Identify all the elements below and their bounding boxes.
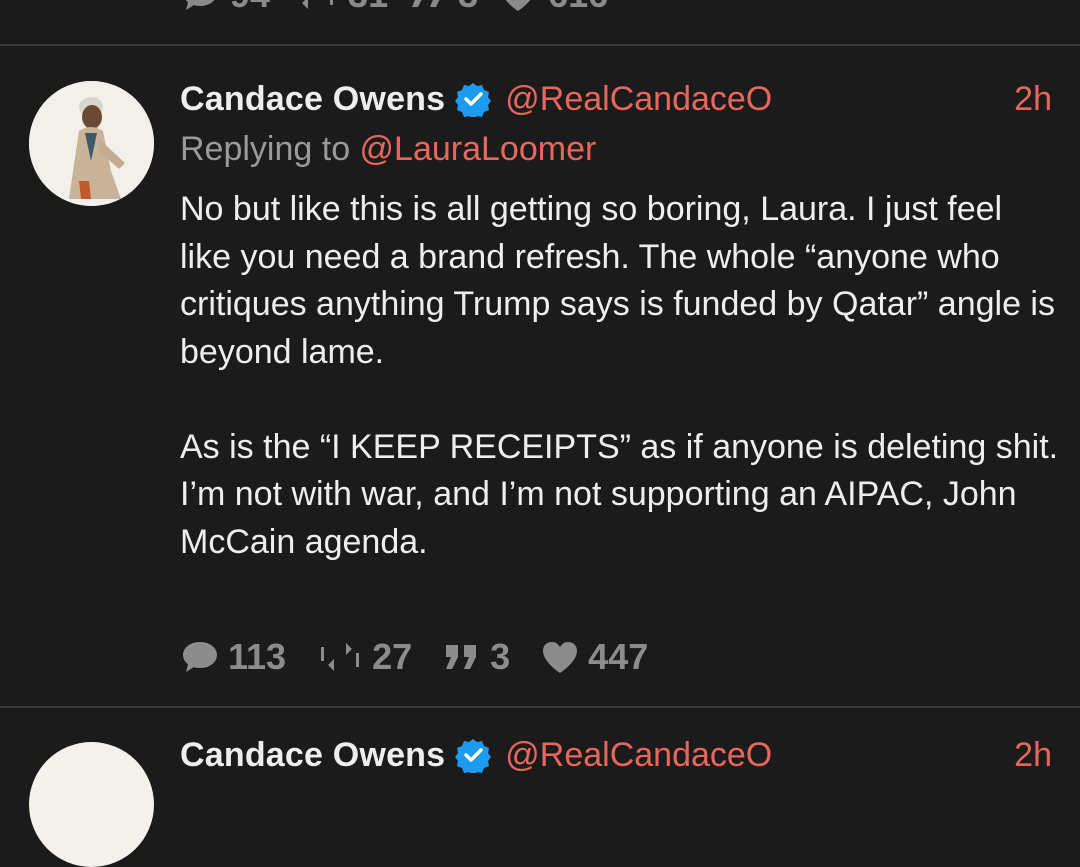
- quote-button[interactable]: 3: [442, 636, 510, 678]
- previous-tweet-actions: 94 31 3 616: [180, 0, 608, 16]
- tweet-timestamp[interactable]: 2h: [1014, 76, 1052, 122]
- prev-retweet-action[interactable]: 31: [290, 0, 388, 16]
- prev-quote-count: 3: [458, 0, 478, 16]
- reply-count: 113: [228, 636, 287, 677]
- reply-button[interactable]: 113: [180, 636, 286, 678]
- retweet-icon: [302, 0, 334, 9]
- retweet-count: 27: [372, 636, 413, 677]
- reply-icon: [185, 0, 215, 10]
- next-author-name[interactable]: Candace Owens: [180, 736, 445, 775]
- quote-icon: [412, 0, 440, 7]
- avatar-image: [29, 81, 154, 206]
- retweet-button[interactable]: 27: [316, 636, 412, 678]
- next-author-handle[interactable]: @RealCandaceO: [505, 736, 772, 775]
- prev-reply-count: 94: [230, 0, 270, 16]
- replying-prefix: Replying to: [180, 130, 360, 168]
- retweet-icon: [321, 643, 360, 671]
- quote-icon: [446, 645, 477, 669]
- quote-count: 3: [490, 636, 511, 677]
- prev-quote-action[interactable]: 3: [408, 0, 478, 16]
- author-name[interactable]: Candace Owens: [180, 80, 445, 119]
- author-handle[interactable]: @RealCandaceO: [505, 80, 772, 119]
- next-tweet-timestamp[interactable]: 2h: [1014, 732, 1052, 778]
- heart-icon: [543, 642, 578, 673]
- tweet-header: Candace Owens @RealCandaceO: [180, 76, 772, 122]
- like-count: 447: [588, 636, 649, 677]
- divider: [0, 44, 1080, 46]
- like-button[interactable]: 447: [540, 636, 648, 678]
- prev-like-action[interactable]: 616: [498, 0, 608, 16]
- avatar[interactable]: [29, 81, 154, 206]
- prev-like-count: 616: [548, 0, 608, 16]
- next-avatar[interactable]: [29, 742, 154, 867]
- tweet-actions: 113 27 3 447: [180, 634, 678, 680]
- verified-badge-icon: [455, 83, 492, 117]
- replying-to: Replying to @LauraLoomer: [180, 130, 596, 169]
- prev-retweet-count: 31: [348, 0, 388, 16]
- reply-icon: [183, 642, 217, 672]
- verified-badge-icon: [455, 739, 492, 773]
- divider: [0, 706, 1080, 708]
- tweet-text: No but like this is all getting so borin…: [180, 190, 1059, 561]
- heart-icon: [505, 0, 531, 11]
- replying-to-handle[interactable]: @LauraLoomer: [360, 130, 597, 168]
- next-tweet-header: Candace Owens @RealCandaceO: [180, 732, 772, 778]
- prev-reply-action[interactable]: 94: [180, 0, 270, 16]
